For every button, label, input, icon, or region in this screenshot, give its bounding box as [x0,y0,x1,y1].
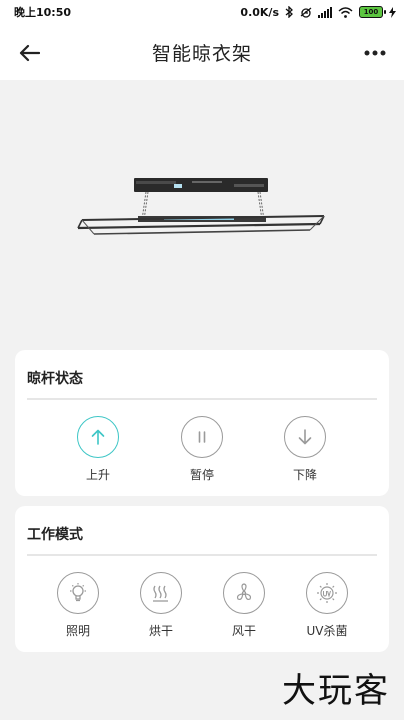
uv-sterilize-button[interactable]: UV杀菌 [297,572,357,639]
uv-sterilize-circle [306,572,348,614]
divider [27,554,377,556]
fan-icon [236,583,252,601]
pause-label: 暂停 [189,468,214,482]
more-button[interactable] [362,40,388,66]
drying-rack-illustration [77,178,325,235]
battery-icon: 100 [359,6,386,18]
watermark-logo: 大玩客 [282,671,390,711]
pole-status-card: 晾杆状态 上升 暂停 下降 [15,350,389,496]
uv-icon [317,583,337,603]
pause-icon [198,431,206,443]
charging-icon [389,6,396,18]
heat-dry-label: 烘干 [148,624,173,638]
pause-button[interactable]: 暂停 [172,416,232,483]
back-button[interactable] [16,40,42,66]
lower-label: 下降 [292,468,317,482]
air-dry-button[interactable]: 风干 [214,572,274,639]
arrow-left-icon [19,44,40,62]
lower-circle [284,416,326,458]
divider [27,398,377,400]
battery-level: 100 [363,8,379,16]
raise-label: 上升 [85,468,110,482]
arrow-up-icon [91,429,105,445]
status-bar: 晚上10:50 0.0K/s 100 [0,0,404,24]
alarm-icon [300,6,312,18]
more-dots-icon [364,50,386,56]
page-title: 智能晾衣架 [151,42,252,65]
pole-status-title: 晾杆状态 [27,371,83,387]
bluetooth-icon [285,6,294,18]
app-header: 智能晾衣架 [0,24,404,80]
arrow-down-icon [298,429,312,445]
air-dry-circle [223,572,265,614]
signal-icon [318,6,332,18]
raise-button[interactable]: 上升 [68,416,128,483]
status-time: 晚上10:50 [14,6,72,19]
uv-sterilize-label: UV杀菌 [306,624,348,638]
heat-icon [153,585,168,602]
work-mode-card: 工作模式 照明 烘干 风干 UV杀菌 [15,506,389,652]
lower-button[interactable]: 下降 [275,416,335,483]
work-mode-title: 工作模式 [27,527,83,543]
pause-circle [181,416,223,458]
air-dry-label: 风干 [231,624,256,638]
network-speed: 0.0K/s [240,5,279,19]
lighting-label: 照明 [65,624,90,638]
heat-dry-circle [140,572,182,614]
heat-dry-button[interactable]: 烘干 [131,572,191,639]
lighting-button[interactable]: 照明 [48,572,108,639]
device-image-area [0,80,404,345]
raise-circle [77,416,119,458]
bulb-icon [70,583,86,602]
status-icons: 0.0K/s 100 [240,6,396,19]
wifi-icon [338,6,353,18]
lighting-circle [57,572,99,614]
